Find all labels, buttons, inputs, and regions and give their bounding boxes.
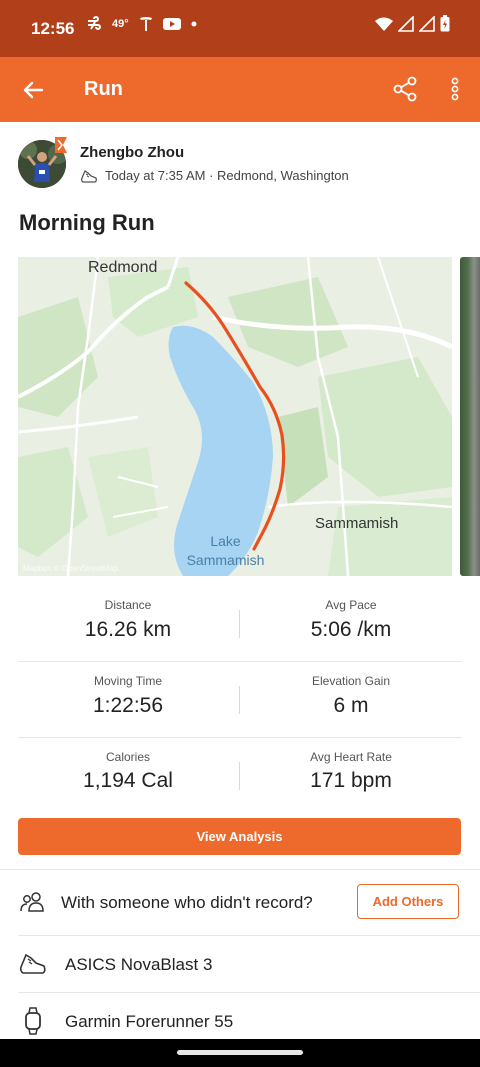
run-shoe-icon: [80, 167, 98, 185]
map-attribution: Mapbox © OpenStreetMap: [23, 564, 119, 573]
map-label-redmond: Redmond: [88, 259, 158, 276]
activity-photo-thumbnail[interactable]: [460, 257, 480, 576]
stat-label-calories: Calories: [105, 750, 150, 764]
stat-divider: [239, 610, 240, 638]
wifi-icon: [375, 17, 393, 31]
more-vertical-icon: [451, 77, 459, 101]
view-analysis-button[interactable]: View Analysis: [18, 818, 461, 855]
stat-label-elevation-gain: Elevation Gain: [311, 674, 391, 688]
athlete-name[interactable]: Zhengbo Zhou: [80, 144, 184, 161]
gear-shoes-name[interactable]: ASICS NovaBlast 3: [65, 955, 212, 975]
add-others-button[interactable]: Add Others: [357, 884, 459, 919]
temperature: 49°: [112, 18, 129, 30]
gear-device-name[interactable]: Garmin Forerunner 55: [65, 1012, 233, 1032]
wind-icon: [88, 16, 101, 30]
tesla-icon: [139, 17, 152, 31]
dot-icon: [191, 21, 197, 27]
stat-value-avg-heart-rate: 171 bpm: [310, 769, 392, 792]
watch-icon: [18, 1006, 48, 1036]
stat-value-distance: 16.26 km: [84, 618, 172, 641]
row-divider: [18, 992, 480, 993]
map-label-lake: Lake Sammamish: [186, 533, 265, 568]
section-divider: [0, 869, 480, 870]
signal-icon: [398, 15, 414, 32]
youtube-icon: [162, 18, 181, 30]
stat-divider: [239, 762, 240, 790]
activity-meta: Today at 7:35 AM · Redmond, Washington: [105, 168, 349, 183]
more-options-button[interactable]: [442, 74, 468, 104]
stat-label-moving-time: Moving Time: [93, 674, 163, 688]
shoe-icon: [18, 949, 48, 979]
stat-label-avg-pace: Avg Pace: [325, 598, 377, 612]
status-right-icons: [375, 15, 450, 32]
page-title: Run: [84, 78, 123, 100]
group-people-icon: [18, 888, 48, 918]
row-divider: [18, 935, 480, 936]
battery-icon: [440, 15, 450, 32]
stats-divider: [18, 661, 462, 662]
stat-divider: [239, 686, 240, 714]
stats-divider: [18, 737, 462, 738]
arrow-left-icon: [23, 81, 44, 99]
share-icon: [393, 76, 417, 102]
stat-label-avg-heart-rate: Avg Heart Rate: [310, 750, 392, 764]
stat-value-avg-pace: 5:06 /km: [310, 618, 392, 641]
app-bar: Run: [0, 57, 480, 122]
subscriber-badge-icon: [52, 136, 70, 154]
back-button[interactable]: [18, 75, 48, 105]
stat-label-distance: Distance: [104, 598, 152, 612]
status-time: 12:56: [31, 19, 75, 38]
map-label-sammamish: Sammamish: [315, 515, 399, 532]
home-gesture-handle[interactable]: [177, 1050, 303, 1055]
activity-title: Morning Run: [19, 210, 155, 235]
stat-value-moving-time: 1:22:56: [92, 694, 164, 717]
with-someone-text: With someone who didn't record?: [61, 893, 313, 912]
stat-value-elevation-gain: 6 m: [333, 694, 369, 717]
share-button[interactable]: [390, 74, 420, 104]
status-bar: 12:56 49°: [0, 0, 480, 57]
signal-icon: [419, 15, 435, 32]
stat-value-calories: 1,194 Cal: [83, 769, 173, 792]
route-map[interactable]: Redmond Sammamish Lake Sammamish Mapbox …: [18, 257, 452, 576]
status-left-icons: 49°: [86, 16, 197, 32]
